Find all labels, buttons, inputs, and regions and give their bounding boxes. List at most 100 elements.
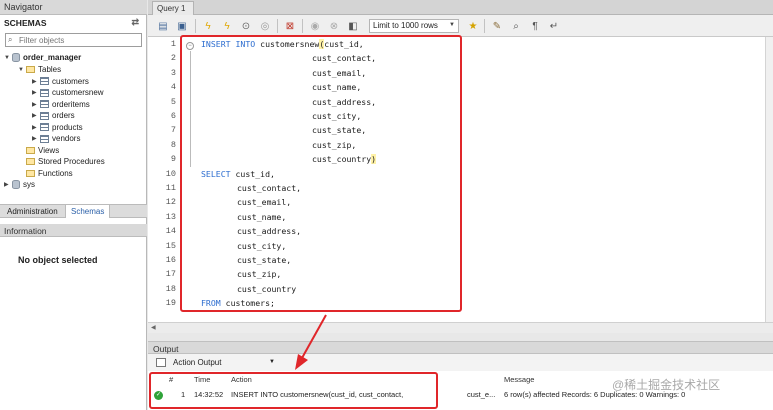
search-icon: ⌕ <box>8 35 13 44</box>
line-number: 3 <box>170 67 176 78</box>
output-type-select[interactable]: Action Output ▼ <box>170 357 278 369</box>
autocommit-icon[interactable]: ◧ <box>346 19 360 33</box>
line-number: 9 <box>170 154 176 165</box>
favorite-icon[interactable]: ★ <box>466 19 480 33</box>
find-icon[interactable]: ⌕ <box>509 19 523 33</box>
toolbar-divider <box>277 19 278 33</box>
line-number: 7 <box>170 125 176 136</box>
tree-table-item[interactable]: ▶ vendors <box>32 133 80 144</box>
toggle-error-icon[interactable]: ⊠ <box>283 19 297 33</box>
tree-table-item[interactable]: ▶ customersnew <box>32 87 104 98</box>
line-number: 2 <box>170 53 176 64</box>
execute-icon[interactable]: ϟ <box>201 19 215 33</box>
table-icon <box>40 123 49 131</box>
table-name: customers <box>52 76 89 86</box>
watermark: @稀土掘金技术社区 <box>612 378 721 392</box>
line-number: 4 <box>170 82 176 93</box>
tree-table-item[interactable]: ▶ orders <box>32 110 75 121</box>
commit-icon[interactable]: ◉ <box>308 19 322 33</box>
limit-rows-select[interactable]: Limit to 1000 rows ▼ <box>369 19 459 33</box>
toolbar-divider <box>484 19 485 33</box>
folder-icon <box>26 158 35 165</box>
table-name: customersnew <box>52 88 104 97</box>
chevron-down-icon: ▼ <box>449 22 455 28</box>
chevron-down-icon: ▼ <box>269 359 275 365</box>
refresh-icon[interactable]: ⇄ <box>131 17 139 28</box>
workbench-window: Navigator SCHEMAS ⇄ ⌕ ▼ order_manager ▼ … <box>0 0 773 410</box>
chevron-right-icon[interactable]: ▶ <box>32 124 40 131</box>
toolbar-divider <box>302 19 303 33</box>
line-number-gutter: 1 2 3 4 5 6 7 8 9 10 11 12 13 14 15 16 1… <box>148 37 184 322</box>
folder-icon <box>26 169 35 177</box>
query-tab-bar: Query 1 <box>148 0 773 15</box>
chevron-right-icon[interactable]: ▶ <box>32 112 40 119</box>
row-action-tail: cust_e... <box>467 390 496 399</box>
line-number: 1 <box>170 39 176 49</box>
output-toolbar: Action Output ▼ <box>148 354 773 371</box>
line-number: 16 <box>165 255 176 265</box>
wrap-icon[interactable]: ↵ <box>547 19 561 33</box>
line-number: 17 <box>165 269 176 280</box>
line-number: 13 <box>165 211 176 222</box>
sql-toolbar: ▤ ▣ ϟ ϟ ⊙ ◎ ⊠ ◉ ⊗ ◧ Limit to 1000 rows ▼… <box>148 15 773 37</box>
table-name: orderitems <box>52 99 90 109</box>
chevron-right-icon[interactable]: ▶ <box>4 181 12 188</box>
db-name: sys <box>23 180 35 189</box>
tree-table-item[interactable]: ▶ products <box>32 122 83 133</box>
chevron-right-icon[interactable]: ▶ <box>32 78 40 85</box>
editor-horizontal-scrollbar[interactable]: ◀ <box>148 322 773 333</box>
tree-functions[interactable]: Functions <box>26 168 73 179</box>
chevron-right-icon[interactable]: ▶ <box>32 89 40 96</box>
invisible-chars-icon[interactable]: ¶ <box>528 19 542 33</box>
filter-input[interactable] <box>19 35 139 46</box>
database-icon <box>12 53 20 62</box>
database-icon <box>12 180 20 189</box>
line-number: 6 <box>170 111 176 121</box>
line-number: 18 <box>165 283 176 294</box>
tree-table-item[interactable]: ▶ customers <box>32 76 89 87</box>
tab-query-1[interactable]: Query 1 <box>152 1 194 15</box>
stop-icon[interactable]: ◎ <box>258 19 272 33</box>
chevron-down-icon[interactable]: ▼ <box>18 67 26 73</box>
open-file-icon[interactable]: ▤ <box>156 19 170 33</box>
scroll-left-icon[interactable]: ◀ <box>151 324 156 331</box>
beautify-icon[interactable]: ✎ <box>490 19 504 33</box>
annotation-arrow <box>295 314 327 370</box>
editor-vertical-scrollbar[interactable] <box>765 37 773 322</box>
no-object-label: No object selected <box>18 255 98 265</box>
schemas-header: SCHEMAS ⇄ <box>0 15 147 31</box>
table-icon <box>40 100 49 108</box>
tree-tables[interactable]: ▼ Tables <box>18 64 61 75</box>
output-copy-icon[interactable] <box>156 358 166 367</box>
explain-icon[interactable]: ⊙ <box>239 19 253 33</box>
tree-db-sys[interactable]: ▶ sys <box>4 179 35 190</box>
line-number: 12 <box>165 197 176 208</box>
line-number: 8 <box>170 139 176 150</box>
filter-box[interactable]: ⌕ <box>5 33 142 47</box>
line-number: 14 <box>165 226 176 237</box>
navigator-title: Navigator <box>0 0 147 15</box>
tab-schemas[interactable]: Schemas <box>65 205 111 218</box>
rollback-icon[interactable]: ⊗ <box>327 19 341 33</box>
table-icon <box>40 111 49 120</box>
column-header-message[interactable]: Message <box>504 375 534 384</box>
tree-views[interactable]: Views <box>26 145 59 156</box>
tree-db-order-manager[interactable]: ▼ order_manager <box>4 52 81 63</box>
tree-procedures[interactable]: Stored Procedures <box>26 156 105 167</box>
toolbar-divider <box>195 19 196 33</box>
table-name: products <box>52 122 83 132</box>
limit-rows-label: Limit to 1000 rows <box>373 21 438 30</box>
line-number: 15 <box>165 240 176 251</box>
chevron-down-icon[interactable]: ▼ <box>4 55 12 61</box>
execute-current-icon[interactable]: ϟ <box>220 19 234 33</box>
tab-administration[interactable]: Administration <box>2 205 63 218</box>
line-number: 11 <box>165 183 176 193</box>
tree-table-item[interactable]: ▶ orderitems <box>32 99 90 110</box>
highlight-box-query <box>180 35 462 312</box>
chevron-right-icon[interactable]: ▶ <box>32 135 40 142</box>
chevron-right-icon[interactable]: ▶ <box>32 101 40 108</box>
save-icon[interactable]: ▣ <box>175 19 189 33</box>
information-header: Information <box>0 224 147 237</box>
navigator-tabs: Administration Schemas <box>0 204 147 218</box>
output-header: Output <box>148 341 773 354</box>
